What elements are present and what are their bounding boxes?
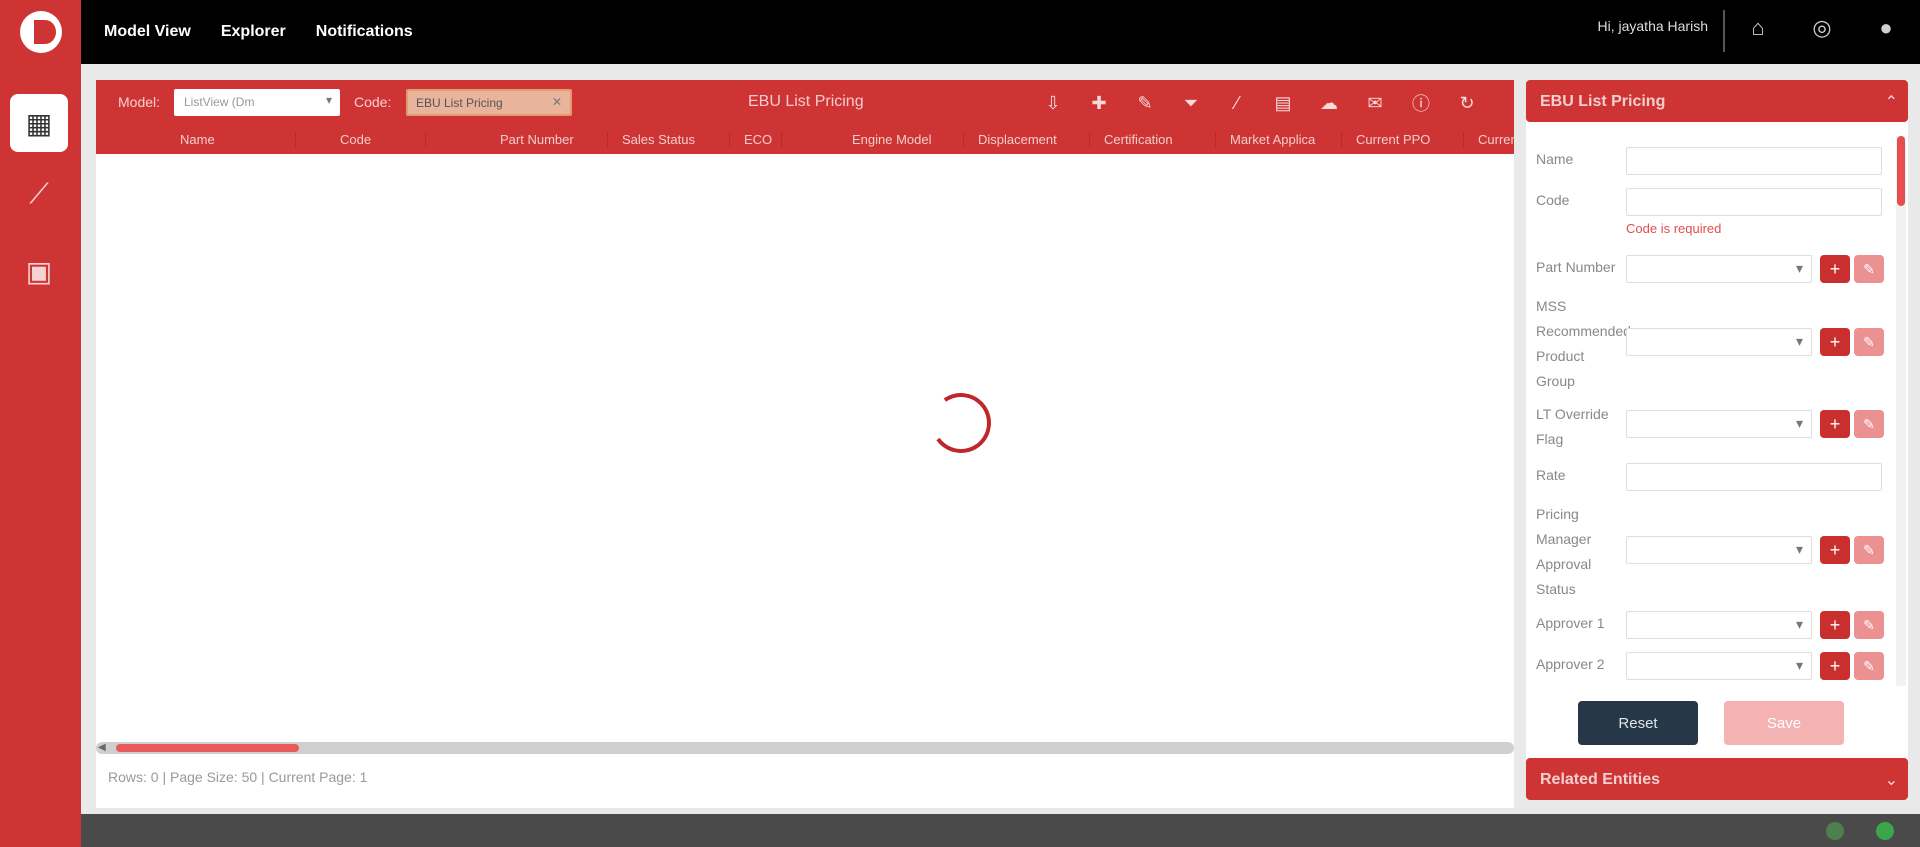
toolbox-icon: ▣ xyxy=(25,255,53,287)
column-header-engine-model[interactable]: Engine Model xyxy=(838,131,964,147)
lt-override-label: LT Override Flag xyxy=(1536,406,1609,447)
model-select[interactable]: ListView (Dm xyxy=(174,89,340,116)
column-header-sales-status[interactable]: Sales Status xyxy=(608,131,730,147)
columns-icon[interactable]: ▤ xyxy=(1270,90,1296,116)
related-entities-title: Related Entities xyxy=(1540,771,1661,788)
rate-label: Rate xyxy=(1536,467,1566,483)
column-header-name[interactable]: Name xyxy=(166,131,296,147)
pricing-manager-label: Pricing Manager Approval Status xyxy=(1536,506,1592,597)
column-header-market-application[interactable]: Market Applica xyxy=(1216,131,1342,147)
approver1-label: Approver 1 xyxy=(1536,615,1605,631)
edit-approver1-button[interactable]: ✎ xyxy=(1854,611,1884,639)
loading-spinner xyxy=(926,388,996,458)
help-icon[interactable]: ◎ xyxy=(1806,12,1838,44)
model-label: Model: xyxy=(118,94,161,110)
mss-select[interactable] xyxy=(1626,328,1812,356)
company-logo[interactable] xyxy=(0,0,81,64)
online-status-icon xyxy=(1876,822,1894,840)
form-vertical-scrollbar[interactable] xyxy=(1896,136,1906,686)
approver2-label: Approver 2 xyxy=(1536,656,1605,672)
column-header-displacement[interactable]: Displacement xyxy=(964,131,1090,147)
add-pricing-manager-button[interactable]: + xyxy=(1820,536,1850,564)
approver2-select[interactable] xyxy=(1626,652,1812,680)
name-field[interactable] xyxy=(1626,147,1882,175)
form-panel-title: EBU List Pricing xyxy=(1540,93,1666,110)
add-icon[interactable]: ✚ xyxy=(1086,90,1112,116)
approver1-select[interactable] xyxy=(1626,611,1812,639)
record-form-panel: EBU List Pricing ⌃ Name Code Code is req… xyxy=(1526,80,1908,800)
edit-mss-button[interactable]: ✎ xyxy=(1854,328,1884,356)
home-icon[interactable]: ⌂ xyxy=(1742,12,1774,44)
edit-icon[interactable]: ✎ xyxy=(1132,90,1158,116)
rate-field[interactable] xyxy=(1626,463,1882,491)
add-part-number-button[interactable]: + xyxy=(1820,255,1850,283)
form-scroll-thumb[interactable] xyxy=(1897,136,1905,206)
add-mss-button[interactable]: + xyxy=(1820,328,1850,356)
related-entities-header[interactable]: Related Entities ⌄ xyxy=(1526,758,1908,800)
form-panel-header[interactable]: EBU List Pricing ⌃ xyxy=(1526,80,1908,122)
grid-icon: ▦ xyxy=(25,107,53,139)
left-sidebar: ▦ ⟋ ▣ xyxy=(0,64,81,847)
logo-icon xyxy=(19,11,62,53)
upload-icon[interactable]: ☁ xyxy=(1316,90,1342,116)
add-lt-override-button[interactable]: + xyxy=(1820,410,1850,438)
code-field[interactable] xyxy=(1626,188,1882,216)
top-divider xyxy=(1723,10,1725,52)
top-nav-menu: Model View Explorer Notifications xyxy=(104,0,413,64)
grid-toolbar: Model: ListView (Dm Code: EBU List Prici… xyxy=(96,80,1514,124)
sidebar-item-toolbox[interactable]: ▣ xyxy=(10,242,68,300)
mail-icon[interactable]: ✉ xyxy=(1362,90,1388,116)
sidebar-item-analytics[interactable]: ⟋ xyxy=(10,165,68,223)
reset-button[interactable]: Reset xyxy=(1578,701,1698,745)
scroll-left-arrow-icon[interactable]: ◀ xyxy=(98,742,106,753)
grid-title: EBU List Pricing xyxy=(748,93,864,110)
name-label: Name xyxy=(1536,151,1574,167)
main-grid-panel: Model: ListView (Dm Code: EBU List Prici… xyxy=(96,80,1514,808)
top-navigation-bar: Model View Explorer Notifications Hi, ja… xyxy=(0,0,1920,64)
user-avatar-icon[interactable]: ● xyxy=(1870,12,1902,44)
mss-label: MSS Recommended Product Group xyxy=(1536,298,1631,389)
download-icon[interactable]: ⇩ xyxy=(1040,90,1066,116)
column-header-current-ppo[interactable]: Current PPO xyxy=(1342,131,1464,147)
column-header-code[interactable]: Code xyxy=(326,131,426,147)
add-approver1-button[interactable]: + xyxy=(1820,611,1850,639)
refresh-icon[interactable]: ↻ xyxy=(1454,90,1480,116)
column-header-part-number[interactable]: Part Number xyxy=(486,131,608,147)
edit-pricing-manager-button[interactable]: ✎ xyxy=(1854,536,1884,564)
code-label: Code: xyxy=(354,94,392,110)
connection-status-icon xyxy=(1826,822,1844,840)
horizontal-scroll-thumb[interactable] xyxy=(116,744,299,752)
bottom-status-bar xyxy=(81,814,1920,847)
code-error-message: Code is required xyxy=(1626,221,1722,236)
save-button[interactable]: Save xyxy=(1724,701,1844,745)
edit-part-number-button[interactable]: ✎ xyxy=(1854,255,1884,283)
info-icon[interactable]: ⓘ xyxy=(1408,90,1434,116)
chart-line-icon: ⟋ xyxy=(29,177,49,209)
pricing-manager-select[interactable] xyxy=(1626,536,1812,564)
horizontal-scrollbar[interactable]: ◀ xyxy=(96,742,1514,754)
nav-model-view[interactable]: Model View xyxy=(104,23,191,41)
sidebar-item-grid[interactable]: ▦ xyxy=(10,94,68,152)
grid-status-text: Rows: 0 | Page Size: 50 | Current Page: … xyxy=(108,769,368,785)
chevron-down-icon[interactable]: ⌄ xyxy=(1885,770,1898,790)
column-header-current[interactable]: Curren xyxy=(1464,132,1514,147)
lt-override-select[interactable] xyxy=(1626,410,1812,438)
filter-icon[interactable]: ⏷ xyxy=(1178,90,1204,116)
part-number-select[interactable] xyxy=(1626,255,1812,283)
part-number-label: Part Number xyxy=(1536,259,1616,275)
code-select[interactable]: EBU List Pricing xyxy=(406,89,572,116)
add-approver2-button[interactable]: + xyxy=(1820,652,1850,680)
user-greeting: Hi, jayatha Harish xyxy=(1597,18,1709,34)
edit-approver2-button[interactable]: ✎ xyxy=(1854,652,1884,680)
column-header-eco[interactable]: ECO xyxy=(730,131,782,147)
clear-filter-icon[interactable]: ⁄ xyxy=(1224,90,1250,116)
column-header-certification[interactable]: Certification xyxy=(1090,131,1216,147)
nav-notifications[interactable]: Notifications xyxy=(316,23,413,41)
edit-lt-override-button[interactable]: ✎ xyxy=(1854,410,1884,438)
chevron-up-icon[interactable]: ⌃ xyxy=(1885,92,1898,112)
nav-explorer[interactable]: Explorer xyxy=(221,23,286,41)
grid-header-row: Name Code Part Number Sales Status ECO E… xyxy=(96,124,1514,154)
code-field-label: Code xyxy=(1536,192,1570,208)
